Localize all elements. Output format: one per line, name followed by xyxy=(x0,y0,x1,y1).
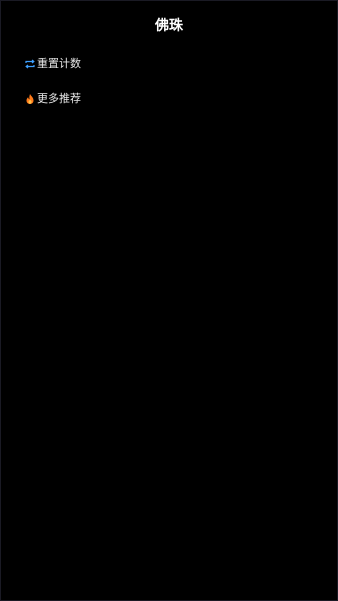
reset-count-button[interactable]: 重置计数 xyxy=(24,55,81,73)
app-screen: 佛珠 重置计数 更多推荐 xyxy=(0,0,338,601)
page-title: 佛珠 xyxy=(155,18,183,34)
repeat-icon xyxy=(24,58,36,70)
more-recommendations-button[interactable]: 更多推荐 xyxy=(24,90,81,108)
reset-count-label: 重置计数 xyxy=(37,57,81,70)
fire-icon xyxy=(24,93,36,105)
more-recommendations-label: 更多推荐 xyxy=(37,92,81,105)
